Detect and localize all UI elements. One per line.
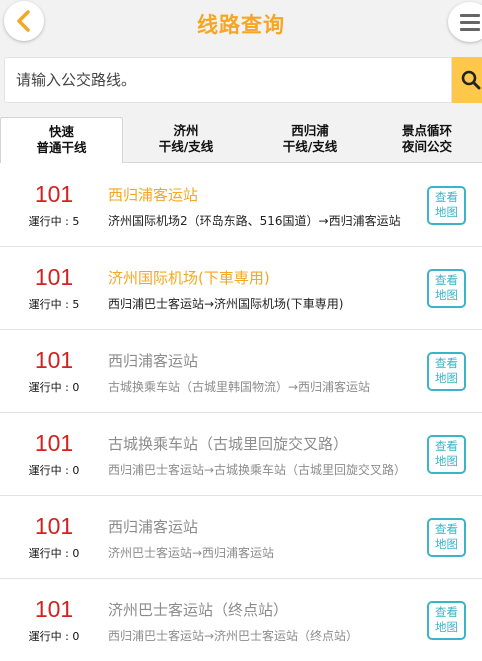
running-count: 運行中 : 0 bbox=[28, 547, 80, 560]
route-destination: 西归浦客运站 bbox=[108, 186, 199, 204]
tab-express-trunk[interactable]: 快速 普通干线 bbox=[0, 117, 123, 163]
running-count: 運行中 : 0 bbox=[28, 381, 80, 394]
tab-label-line1: 西归浦 bbox=[291, 123, 329, 138]
view-map-button[interactable]: 查看 地图 bbox=[427, 352, 466, 391]
view-map-label-line2: 地图 bbox=[435, 205, 458, 219]
route-path: 西归浦巴士客运站→济州巴士客运站（终点站） bbox=[108, 629, 359, 643]
route-destination: 古城换乘车站（古城里回旋交叉路） bbox=[108, 435, 349, 453]
view-map-label-line1: 查看 bbox=[435, 190, 458, 204]
view-map-label-line2: 地图 bbox=[435, 371, 458, 385]
route-number: 101 bbox=[34, 347, 74, 373]
route-path: 西归浦巴士客运站→济州国际机场(下車専用) bbox=[108, 297, 344, 311]
search-input[interactable] bbox=[4, 57, 452, 103]
tab-label-line1: 景点循环 bbox=[401, 123, 452, 138]
view-map-button[interactable]: 查看 地图 bbox=[427, 601, 466, 640]
view-map-label-line2: 地图 bbox=[435, 288, 458, 302]
route-number: 101 bbox=[34, 181, 74, 207]
route-destination: 济州巴士客运站（终点站） bbox=[108, 601, 289, 619]
route-number: 101 bbox=[34, 596, 74, 622]
view-map-button[interactable]: 查看 地图 bbox=[427, 269, 466, 308]
tab-jeju-trunk-branch[interactable]: 济州 干线/支线 bbox=[125, 117, 247, 163]
view-map-button[interactable]: 查看 地图 bbox=[427, 518, 466, 557]
tab-label-line1: 济州 bbox=[173, 123, 199, 138]
tab-label-line2: 干线/支线 bbox=[282, 139, 338, 154]
tab-label-line2: 干线/支线 bbox=[158, 139, 214, 154]
running-count: 運行中 : 0 bbox=[28, 630, 80, 643]
running-count: 運行中 : 0 bbox=[28, 464, 80, 477]
app-header: 线路查询 bbox=[0, 0, 482, 46]
route-destination: 西归浦客运站 bbox=[108, 518, 199, 536]
tab-label-line1: 快速 bbox=[48, 124, 74, 139]
route-row[interactable]: 101 運行中 : 5 西归浦客运站 济州国际机场2（环岛东路、516国道）→西… bbox=[0, 164, 482, 247]
tab-label-line2: 夜间公交 bbox=[401, 139, 452, 154]
hamburger-menu-icon bbox=[460, 14, 480, 17]
search-icon bbox=[461, 70, 481, 90]
page-title: 线路查询 bbox=[197, 13, 285, 37]
route-path: 西归浦巴士客运站→古城换乘车站（古城里回旋交叉路） bbox=[108, 463, 407, 477]
view-map-label-line1: 查看 bbox=[435, 273, 458, 287]
view-map-label-line2: 地图 bbox=[435, 537, 458, 551]
view-map-button[interactable]: 查看 地图 bbox=[427, 435, 466, 474]
route-row[interactable]: 101 運行中 : 0 古城换乘车站（古城里回旋交叉路） 西归浦巴士客运站→古城… bbox=[0, 413, 482, 496]
hamburger-menu-icon bbox=[460, 21, 480, 24]
view-map-label-line1: 查看 bbox=[435, 522, 458, 536]
tab-seogwipo-trunk-branch[interactable]: 西归浦 干线/支线 bbox=[248, 117, 372, 163]
route-row[interactable]: 101 運行中 : 0 西归浦客运站 济州巴士客运站→西归浦客运站 查看 地图 bbox=[0, 496, 482, 579]
route-number: 101 bbox=[34, 513, 74, 539]
route-destination: 西归浦客运站 bbox=[108, 352, 199, 370]
view-map-label-line2: 地图 bbox=[435, 620, 458, 634]
search-bar bbox=[0, 46, 482, 112]
running-count: 運行中 : 5 bbox=[28, 298, 80, 311]
route-row[interactable]: 101 運行中 : 5 济州国际机场(下車専用) 西归浦巴士客运站→济州国际机场… bbox=[0, 247, 482, 330]
view-map-label-line2: 地图 bbox=[435, 454, 458, 468]
tab-tourist-night[interactable]: 景点循环 夜间公交 bbox=[372, 117, 482, 163]
route-path: 济州国际机场2（环岛东路、516国道）→西归浦客运站 bbox=[108, 214, 401, 228]
hamburger-menu-icon bbox=[460, 28, 480, 31]
route-number: 101 bbox=[34, 430, 74, 456]
route-number: 101 bbox=[34, 264, 74, 290]
view-map-label-line1: 查看 bbox=[435, 439, 458, 453]
route-path: 济州巴士客运站→西归浦客运站 bbox=[108, 546, 275, 560]
route-category-tabs: 快速 普通干线 济州 干线/支线 西归浦 干线/支线 景点循环 夜间公交 bbox=[0, 112, 482, 163]
view-map-label-line1: 查看 bbox=[435, 356, 458, 370]
running-count: 運行中 : 5 bbox=[28, 215, 80, 228]
search-button[interactable] bbox=[452, 57, 482, 103]
route-row[interactable]: 101 運行中 : 0 济州巴士客运站（终点站） 西归浦巴士客运站→济州巴士客运… bbox=[0, 579, 482, 661]
tab-label-line2: 普通干线 bbox=[36, 140, 87, 155]
route-destination: 济州国际机场(下車専用) bbox=[108, 269, 270, 287]
view-map-label-line1: 查看 bbox=[435, 605, 458, 619]
view-map-button[interactable]: 查看 地图 bbox=[427, 186, 466, 225]
route-path: 古城换乘车站（古城里韩国物流）→西归浦客运站 bbox=[108, 380, 371, 394]
route-row[interactable]: 101 運行中 : 0 西归浦客运站 古城换乘车站（古城里韩国物流）→西归浦客运… bbox=[0, 330, 482, 413]
